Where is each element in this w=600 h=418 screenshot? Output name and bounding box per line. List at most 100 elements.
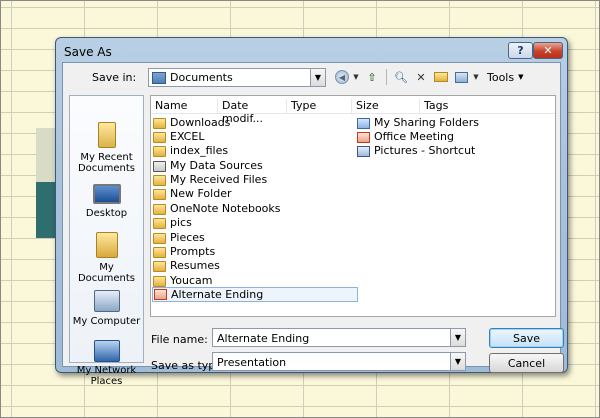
file-name: Pictures - Shortcut	[374, 144, 476, 157]
folder-icon	[153, 275, 166, 287]
chevron-down-icon[interactable]: ▼	[472, 68, 480, 86]
chevron-down-icon[interactable]: ▼	[310, 69, 325, 86]
chevron-down-icon[interactable]: ▼	[450, 353, 465, 370]
documents-folder-icon	[152, 71, 166, 84]
folder-icon	[153, 145, 166, 157]
file-name-field[interactable]: Alternate Ending ▼	[212, 328, 466, 347]
place-my-network-places[interactable]: My Network Places	[70, 340, 143, 387]
toolbar: ◀ ▼ ⇧ 🔍︎ ✕ ▼ Tools ▼	[335, 67, 528, 87]
save-as-type-dropdown[interactable]: Presentation ▼	[212, 352, 466, 371]
data-source-icon	[153, 160, 166, 172]
save-as-dialog: Save As ? ✕ Save in: Documents ▼ ◀ ▼ ⇧ 🔍…	[55, 37, 568, 387]
close-button[interactable]: ✕	[533, 42, 563, 59]
sharing-folder-icon	[357, 117, 370, 129]
list-item[interactable]: My Data Sources	[153, 159, 263, 173]
place-my-computer[interactable]: My Computer	[70, 290, 143, 327]
place-label: My Documents	[77, 262, 136, 284]
powerpoint-icon	[154, 289, 167, 300]
column-header-row: Name Date modif... Type Size Tags	[151, 96, 555, 125]
desktop-icon	[92, 184, 121, 204]
my-computer-icon	[93, 290, 120, 312]
file-name: Office Meeting	[374, 130, 454, 143]
file-name: Downloads	[170, 116, 231, 129]
folder-icon	[153, 232, 166, 244]
up-folder-icon[interactable]: ⇧	[363, 68, 381, 86]
new-folder-icon[interactable]	[432, 68, 450, 86]
chevron-down-icon[interactable]: ▼	[450, 329, 465, 346]
save-as-type-value: Presentation	[217, 356, 287, 369]
file-name: pics	[170, 216, 192, 229]
dialog-title: Save As	[64, 45, 112, 59]
tools-menu[interactable]: Tools ▼	[483, 68, 528, 86]
column-header-type[interactable]: Type	[287, 99, 352, 113]
file-name: Youcam	[170, 274, 213, 287]
list-item[interactable]: Youcam	[153, 274, 212, 288]
place-my-recent-documents[interactable]: My Recent Documents	[70, 122, 143, 174]
recent-documents-icon	[97, 122, 116, 148]
place-my-documents[interactable]: My Documents	[70, 232, 143, 284]
location-value: Documents	[170, 71, 233, 84]
delete-icon[interactable]: ✕	[413, 68, 429, 86]
list-item[interactable]: Downloads	[153, 116, 230, 130]
file-name: My Data Sources	[170, 159, 263, 172]
powerpoint-icon	[357, 131, 370, 143]
save-in-label: Save in:	[92, 71, 137, 84]
place-label: Documents	[77, 163, 136, 174]
cancel-button[interactable]: Cancel	[489, 353, 564, 373]
toolbar-separator	[386, 69, 387, 85]
list-item[interactable]: My Sharing Folders	[357, 116, 479, 130]
place-label: My Computer	[72, 316, 141, 327]
list-item[interactable]: index_files	[153, 144, 228, 158]
network-places-icon	[93, 340, 120, 362]
place-desktop[interactable]: Desktop	[70, 184, 143, 219]
list-item[interactable]: Resumes	[153, 259, 220, 273]
location-dropdown[interactable]: Documents ▼	[148, 68, 326, 87]
file-list: Name Date modif... Type Size Tags Downlo…	[150, 95, 556, 317]
file-name-label: File name:	[151, 333, 208, 346]
file-name: Prompts	[170, 245, 216, 258]
file-name: My Sharing Folders	[374, 116, 479, 129]
folder-icon	[153, 174, 166, 186]
column-header-tags[interactable]: Tags	[420, 99, 490, 113]
dialog-body: Save in: Documents ▼ ◀ ▼ ⇧ 🔍︎ ✕ ▼ Tools …	[62, 62, 564, 387]
list-item[interactable]: OneNote Notebooks	[153, 202, 281, 216]
list-item[interactable]: Prompts	[153, 245, 215, 259]
folder-icon	[153, 260, 166, 272]
file-name: EXCEL	[170, 130, 205, 143]
list-item[interactable]: Pictures - Shortcut	[357, 144, 475, 158]
list-item-selected[interactable]: Alternate Ending	[152, 287, 358, 302]
list-item[interactable]: My Received Files	[153, 173, 267, 187]
file-name: Resumes	[170, 259, 220, 272]
back-icon[interactable]: ◀	[335, 70, 349, 84]
place-label: My Network	[76, 365, 137, 376]
file-name: OneNote Notebooks	[170, 202, 281, 215]
folder-icon	[153, 246, 166, 258]
save-button[interactable]: Save	[489, 328, 564, 348]
column-header-name[interactable]: Name	[151, 99, 218, 113]
list-item[interactable]: Office Meeting	[357, 130, 454, 144]
column-header-date-modified[interactable]: Date modif...	[218, 99, 287, 125]
list-item[interactable]: EXCEL	[153, 130, 204, 144]
list-item[interactable]: Pieces	[153, 231, 205, 245]
chevron-down-icon[interactable]: ▼	[352, 68, 360, 86]
file-name-value: Alternate Ending	[217, 332, 310, 345]
folder-icon	[153, 131, 166, 143]
folder-icon	[153, 188, 166, 200]
views-icon[interactable]	[453, 68, 469, 86]
folder-icon	[153, 203, 166, 215]
places-bar: My Recent Documents Desktop My Documents…	[69, 95, 144, 387]
file-name: index_files	[170, 144, 229, 157]
folder-icon	[153, 117, 166, 129]
place-label: My Recent	[80, 152, 133, 163]
column-header-size[interactable]: Size	[352, 99, 420, 113]
my-documents-icon	[95, 232, 118, 258]
search-icon[interactable]: 🔍︎	[392, 68, 410, 86]
chevron-down-icon: ▼	[518, 73, 524, 81]
folder-icon	[153, 217, 166, 229]
list-item[interactable]: pics	[153, 216, 192, 230]
list-item[interactable]: New Folder	[153, 187, 231, 201]
tools-label: Tools	[487, 70, 515, 84]
place-label: Desktop	[85, 208, 128, 219]
file-name: New Folder	[170, 187, 232, 200]
help-button[interactable]: ?	[508, 42, 533, 59]
